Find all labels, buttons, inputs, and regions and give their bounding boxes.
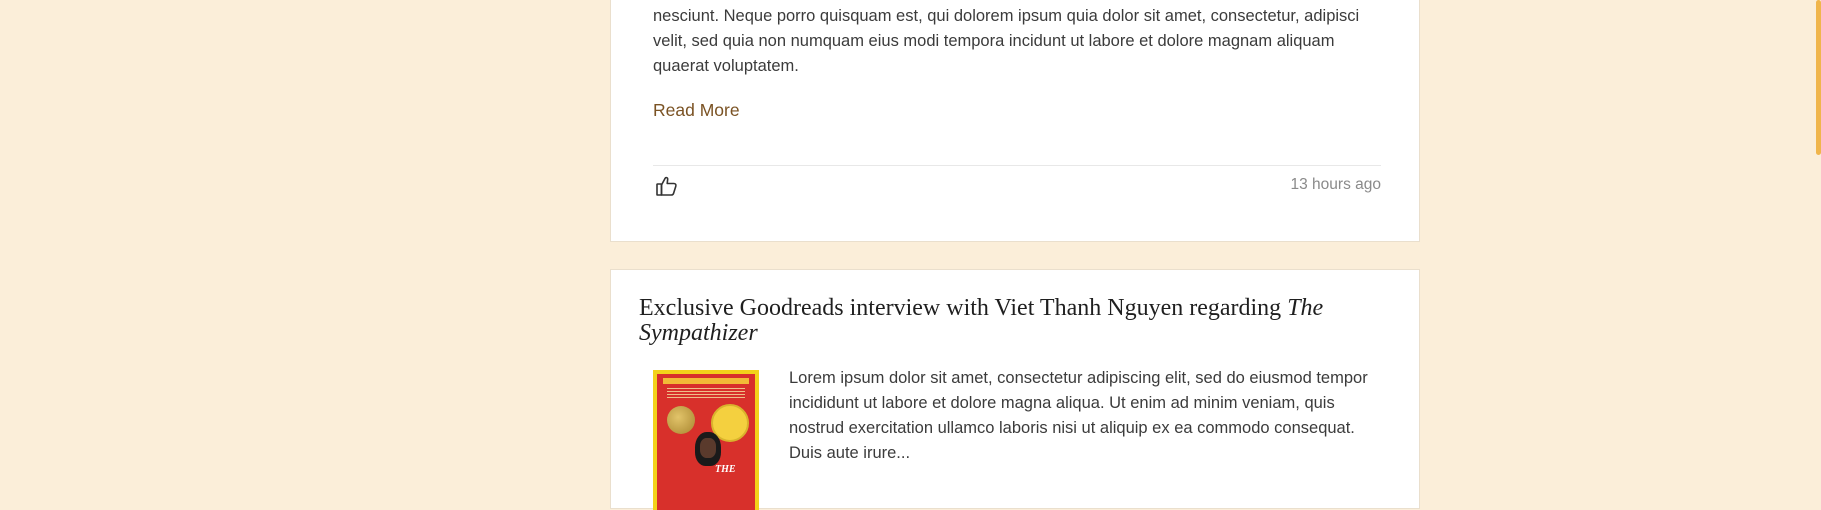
post-card: nesciunt. Neque porro quisquam est, qui … xyxy=(610,0,1420,242)
award-medal-icon xyxy=(667,406,695,434)
book-cover-image[interactable]: THE xyxy=(653,370,759,510)
scrollbar-thumb[interactable] xyxy=(1816,0,1821,155)
cover-banner xyxy=(663,378,749,384)
card-divider xyxy=(653,165,1381,166)
post-body-text: nesciunt. Neque porro quisquam est, qui … xyxy=(653,7,1360,75)
news-feed: nesciunt. Neque porro quisquam est, qui … xyxy=(610,0,1420,510)
post-card: Exclusive Goodreads interview with Viet … xyxy=(610,269,1420,510)
post-excerpt: Lorem ipsum dolor sit amet, consectetur … xyxy=(789,369,1368,462)
post-title[interactable]: Exclusive Goodreads interview with Viet … xyxy=(639,296,1389,346)
thumbs-up-icon[interactable] xyxy=(655,174,679,198)
book-cover-art: THE xyxy=(657,374,755,510)
post-timestamp: 13 hours ago xyxy=(1290,176,1382,193)
read-more-link[interactable]: Read More xyxy=(653,100,740,121)
portrait-face xyxy=(700,438,716,458)
cover-title-text: THE xyxy=(715,464,736,475)
cover-blurb xyxy=(667,388,745,398)
post-title-text: Exclusive Goodreads interview with Viet … xyxy=(639,295,1282,321)
